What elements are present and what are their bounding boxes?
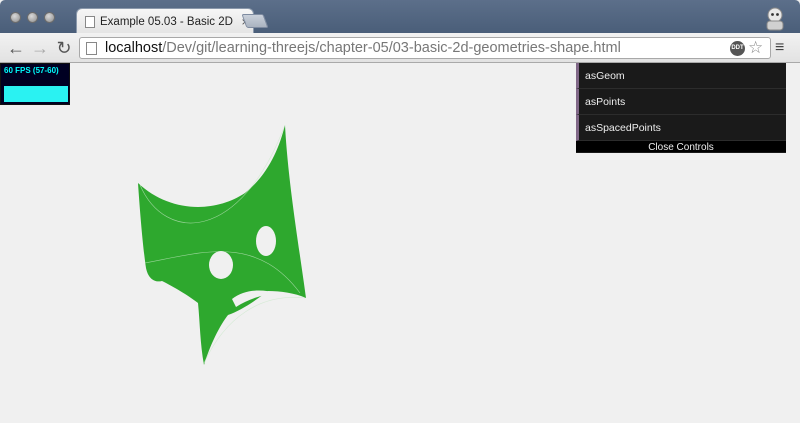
close-window-button[interactable] [10,12,21,23]
new-tab-button[interactable] [241,14,269,28]
control-item-asgeom[interactable]: asGeom [576,63,786,89]
profile-avatar-icon[interactable] [762,5,788,31]
dat-gui-controls: asGeom asPoints asSpacedPoints Close Con… [576,63,786,153]
window-titlebar: Example 05.03 - Basic 2D × [0,0,800,34]
bookmark-star-icon[interactable]: ☆ [748,38,763,58]
green-2d-shape [138,125,306,365]
zoom-window-button[interactable] [44,12,55,23]
back-arrow-icon[interactable]: ← [6,38,26,58]
close-controls-button[interactable]: Close Controls [576,141,786,153]
shape-eye-hole-right [256,226,276,256]
reload-icon[interactable]: ↻ [54,38,74,58]
control-item-aspoints[interactable]: asPoints [576,89,786,115]
control-item-asspacedpoints[interactable]: asSpacedPoints [576,115,786,141]
document-icon [85,15,95,28]
shape-eye-hole-left [209,251,233,279]
browser-menu-icon[interactable]: ≡ [775,38,784,58]
forward-arrow-icon[interactable]: → [30,38,50,58]
browser-tab[interactable]: Example 05.03 - Basic 2D × [76,8,254,34]
extension-icon[interactable]: DDT [730,41,745,56]
minimize-window-button[interactable] [27,12,38,23]
address-bar[interactable]: localhost/Dev/git/learning-threejs/chapt… [79,37,771,59]
page-icon [86,41,97,55]
url-path: /Dev/git/learning-threejs/chapter-05/03-… [162,40,621,56]
url-host: localhost [105,40,163,56]
browser-toolbar: ← → ↻ localhost/Dev/git/learning-threejs… [0,33,800,63]
tab-title: Example 05.03 - Basic 2D [100,15,233,28]
